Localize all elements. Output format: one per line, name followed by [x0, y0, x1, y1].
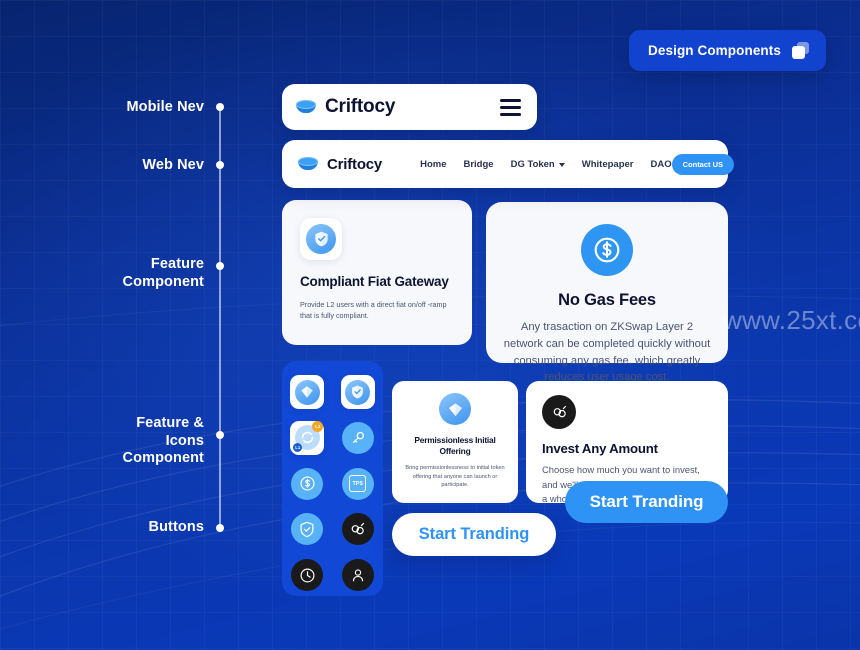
coin-icon: [298, 154, 318, 174]
timeline-node-feature-icons-component: [216, 431, 224, 439]
gas-card-icon-wrap: [502, 224, 712, 276]
feature-card-no-gas-fees[interactable]: No Gas Fees Any trasaction on ZKSwap Lay…: [486, 202, 728, 383]
dollar-coin-icon: [291, 467, 324, 500]
icons-component-panel: L2 L1 TPS: [282, 361, 383, 596]
mobile-nav-brand[interactable]: Criftocy: [296, 96, 395, 118]
nav-link-dao[interactable]: DAO: [650, 159, 671, 170]
nav-link-bridge[interactable]: Bridge: [463, 159, 493, 170]
icon-cell-clock[interactable]: [288, 556, 326, 594]
shield-check-icon-tile: [300, 218, 342, 260]
icon-cell-link-chain[interactable]: [339, 510, 377, 548]
coin-icon: [296, 97, 316, 117]
timeline-label-buttons: Buttons: [148, 519, 204, 535]
dollar-coin-icon: [581, 224, 633, 276]
design-components-badge[interactable]: Design Components: [629, 30, 826, 71]
tps-icon-label: TPS: [349, 475, 367, 493]
timeline-node-feature-component: [216, 262, 224, 270]
nav-link-whitepaper-label: Whitepaper: [581, 158, 634, 170]
timeline-label-feature-component: Feature Component: [122, 256, 204, 290]
icon-cell-dollar-coin[interactable]: [288, 465, 326, 503]
pio-card-icon-wrap: [405, 393, 505, 425]
nav-link-dg-token[interactable]: DG Token: [511, 159, 565, 170]
icon-cell-l1-l2-swap[interactable]: L2 L1: [288, 419, 326, 457]
diamond-icon: [439, 393, 471, 425]
link-chain-icon: [341, 513, 374, 546]
l1-l2-swap-icon-tile: L2 L1: [290, 420, 325, 455]
nav-link-dao-label: DAO: [650, 158, 672, 170]
web-nav-brand-label: Criftocy: [327, 155, 383, 173]
timeline-node-buttons: [216, 524, 224, 532]
shield-check-icon: [345, 379, 371, 405]
nav-link-home-label: Home: [420, 158, 447, 170]
web-nav-brand[interactable]: Criftocy: [298, 154, 382, 174]
invest-card-title: Invest Any Amount: [542, 441, 658, 456]
start-tranding-button-primary[interactable]: Start Tranding: [565, 481, 728, 523]
shield-check-icon: [306, 224, 336, 254]
start-tranding-button-secondary[interactable]: Start Tranding: [392, 513, 556, 556]
compliant-card-body: Provide L2 users with a direct fiat on/o…: [300, 300, 447, 321]
diamond-icon: [294, 379, 320, 405]
nav-link-whitepaper[interactable]: Whitepaper: [582, 159, 634, 170]
chevron-down-icon: [558, 162, 565, 167]
nav-link-bridge-label: Bridge: [463, 158, 494, 170]
timeline-node-web-nev: [216, 161, 224, 169]
key-icon: [341, 421, 374, 454]
tps-icon: TPS: [341, 467, 374, 500]
nav-link-dg-token-label: DG Token: [510, 158, 555, 170]
layers-icon: [792, 42, 809, 59]
icon-cell-shield[interactable]: [288, 510, 326, 548]
timeline-node-mobile-nev: [216, 103, 224, 111]
clock-icon: [291, 559, 324, 592]
timeline-annotations: Mobile Nev Web Nev Feature Component Fea…: [0, 0, 250, 650]
shield-check-icon: [291, 513, 324, 546]
badge-l2: L2: [312, 420, 324, 432]
contact-us-button[interactable]: Contact US: [671, 153, 735, 175]
feature-card-compliant-fiat-gateway[interactable]: Compliant Fiat Gateway Provide L2 users …: [282, 200, 472, 345]
feature-card-permissionless-initial-offering[interactable]: Permissionless Initial Offering Bring pe…: [392, 381, 518, 503]
timeline-line: [219, 106, 221, 528]
timeline-label-feature-icons-component: Feature & Icons Component: [122, 415, 204, 467]
watermark-text: www.25xt.com: [723, 305, 860, 335]
mobile-nav-bar[interactable]: Criftocy: [282, 84, 537, 130]
icon-cell-user[interactable]: [339, 556, 377, 594]
nav-link-home[interactable]: Home: [420, 159, 446, 170]
icon-cell-diamond[interactable]: [288, 373, 326, 411]
badge-l1: L1: [293, 442, 303, 452]
compliant-card-title: Compliant Fiat Gateway: [300, 274, 449, 289]
icon-cell-shield-check[interactable]: [339, 373, 377, 411]
pio-card-title: Permissionless Initial Offering: [414, 435, 496, 456]
gas-card-title: No Gas Fees: [558, 291, 656, 309]
mobile-nav-brand-label: Criftocy: [325, 96, 396, 117]
web-nav-links: Home Bridge DG Token Whitepaper DAO: [420, 159, 672, 170]
link-chain-icon: [542, 395, 576, 429]
timeline-label-web-nev: Web Nev: [142, 157, 204, 173]
design-components-label: Design Components: [648, 43, 781, 58]
web-nav-bar[interactable]: Criftocy Home Bridge DG Token Whitepaper…: [282, 140, 735, 188]
icon-cell-key[interactable]: [339, 419, 377, 457]
shield-check-icon-tile: [340, 375, 375, 409]
icon-cell-tps[interactable]: TPS: [339, 465, 377, 503]
diamond-icon-tile: [290, 375, 325, 409]
hamburger-menu-icon[interactable]: [500, 98, 521, 116]
user-icon: [341, 559, 374, 592]
timeline-label-mobile-nev: Mobile Nev: [126, 99, 204, 115]
pio-card-body: Bring permissionlessness to initial toke…: [405, 464, 505, 489]
gas-card-body: Any trasaction on ZKSwap Layer 2 network…: [503, 321, 711, 384]
